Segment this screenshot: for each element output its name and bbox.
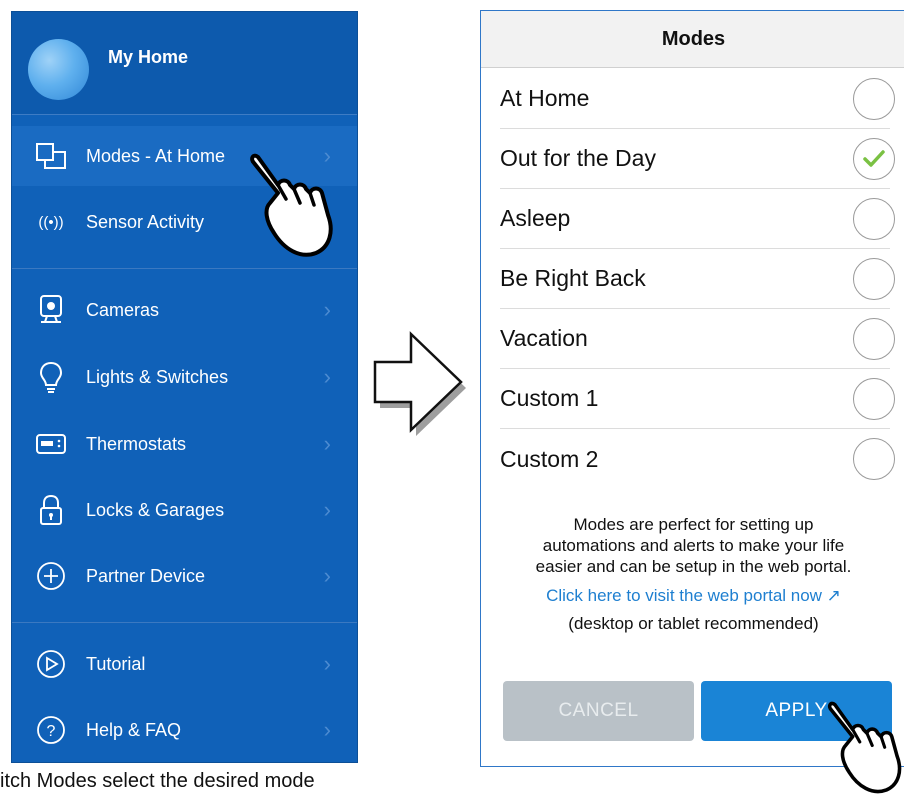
mode-label: Out for the Day xyxy=(500,145,656,171)
play-circle-icon xyxy=(34,647,68,681)
dialog-title: Modes xyxy=(481,11,904,68)
mode-option-be-right-back[interactable]: Be Right Back xyxy=(500,249,895,309)
arrow-right-icon xyxy=(373,331,466,436)
chevron-right-icon: › xyxy=(323,297,331,322)
radio-button[interactable] xyxy=(853,318,895,360)
cancel-button[interactable]: CANCEL xyxy=(503,681,694,741)
mode-option-custom-1[interactable]: Custom 1 xyxy=(500,369,895,429)
menu-item-label: Locks & Garages xyxy=(86,499,225,520)
mode-label: Vacation xyxy=(500,325,588,351)
chevron-right-icon: › xyxy=(323,364,331,389)
web-portal-link[interactable]: Click here to visit the web portal now ↗ xyxy=(481,586,904,606)
modes-dialog: Modes At Home Out for the Day Asleep Be … xyxy=(480,10,904,767)
menu-item-label: Help & FAQ xyxy=(86,719,182,740)
menu-item-help-faq[interactable]: ? Help & FAQ › xyxy=(12,700,357,760)
plus-circle-icon xyxy=(34,559,68,593)
web-portal-note: (desktop or tablet recommended) xyxy=(568,614,819,633)
mode-label: Custom 2 xyxy=(500,445,599,472)
menu-divider xyxy=(12,622,357,623)
menu-item-lights-switches[interactable]: Lights & Switches › xyxy=(12,347,357,407)
menu-item-label: Sensor Activity xyxy=(86,211,205,232)
mode-option-at-home[interactable]: At Home xyxy=(500,69,895,129)
radio-button[interactable] xyxy=(853,78,895,120)
menu-item-label: Lights & Switches xyxy=(86,366,229,387)
instruction-caption: itch Modes select the desired mode xyxy=(0,770,315,792)
bulb-icon xyxy=(34,360,68,394)
modes-icon xyxy=(34,139,68,173)
svg-text:?: ? xyxy=(47,723,56,740)
mode-label: Be Right Back xyxy=(500,265,646,291)
camera-icon xyxy=(34,293,68,327)
description-line: Modes are perfect for setting up xyxy=(573,515,814,534)
chevron-right-icon: › xyxy=(323,497,331,522)
sensor-icon: ((•)) xyxy=(38,213,64,231)
mode-label: Asleep xyxy=(500,205,571,231)
menu-item-label: Tutorial xyxy=(86,653,146,674)
menu-item-label: Cameras xyxy=(86,299,160,320)
menu-item-label: Modes - At Home xyxy=(86,145,226,166)
menu-header: My Home xyxy=(12,12,357,115)
checkmark-icon xyxy=(863,150,885,167)
mode-option-out-for-the-day[interactable]: Out for the Day xyxy=(500,129,895,189)
menu-item-label: Partner Device xyxy=(86,565,206,586)
menu-item-thermostats[interactable]: Thermostats › xyxy=(12,414,357,474)
mode-option-asleep[interactable]: Asleep xyxy=(500,189,895,249)
description-line: automations and alerts to make your life xyxy=(542,536,845,555)
side-menu: My Home Modes - At Home › ((•)) Sensor A… xyxy=(11,11,358,763)
chevron-right-icon: › xyxy=(323,431,331,456)
home-title: My Home xyxy=(108,47,189,67)
mode-label: At Home xyxy=(500,85,590,111)
radio-button[interactable] xyxy=(853,198,895,240)
menu-item-label: Thermostats xyxy=(86,433,187,454)
radio-button[interactable] xyxy=(853,438,895,480)
modes-description: Modes are perfect for setting up automat… xyxy=(481,514,904,577)
help-circle-icon: ? xyxy=(34,713,68,747)
menu-item-locks-garages[interactable]: Locks & Garages › xyxy=(12,480,357,540)
lock-icon xyxy=(34,493,68,527)
home-avatar[interactable] xyxy=(28,39,89,100)
chevron-right-icon: › xyxy=(323,563,331,588)
menu-item-cameras[interactable]: Cameras › xyxy=(12,280,357,340)
chevron-right-icon: › xyxy=(323,717,331,742)
chevron-right-icon: › xyxy=(323,651,331,676)
mode-option-vacation[interactable]: Vacation xyxy=(500,309,895,369)
thermostat-icon xyxy=(34,427,68,461)
radio-button[interactable] xyxy=(853,258,895,300)
radio-button[interactable] xyxy=(853,378,895,420)
hand-pointer-icon xyxy=(250,153,333,257)
mode-option-custom-2[interactable]: Custom 2 xyxy=(500,429,895,489)
description-line: easier and can be setup in the web porta… xyxy=(535,557,852,576)
menu-item-partner-device[interactable]: Partner Device › xyxy=(12,546,357,606)
hand-pointer-icon xyxy=(827,701,902,794)
menu-item-tutorial[interactable]: Tutorial › xyxy=(12,634,357,694)
mode-label: Custom 1 xyxy=(500,385,599,411)
radio-button-checked[interactable] xyxy=(853,138,895,180)
